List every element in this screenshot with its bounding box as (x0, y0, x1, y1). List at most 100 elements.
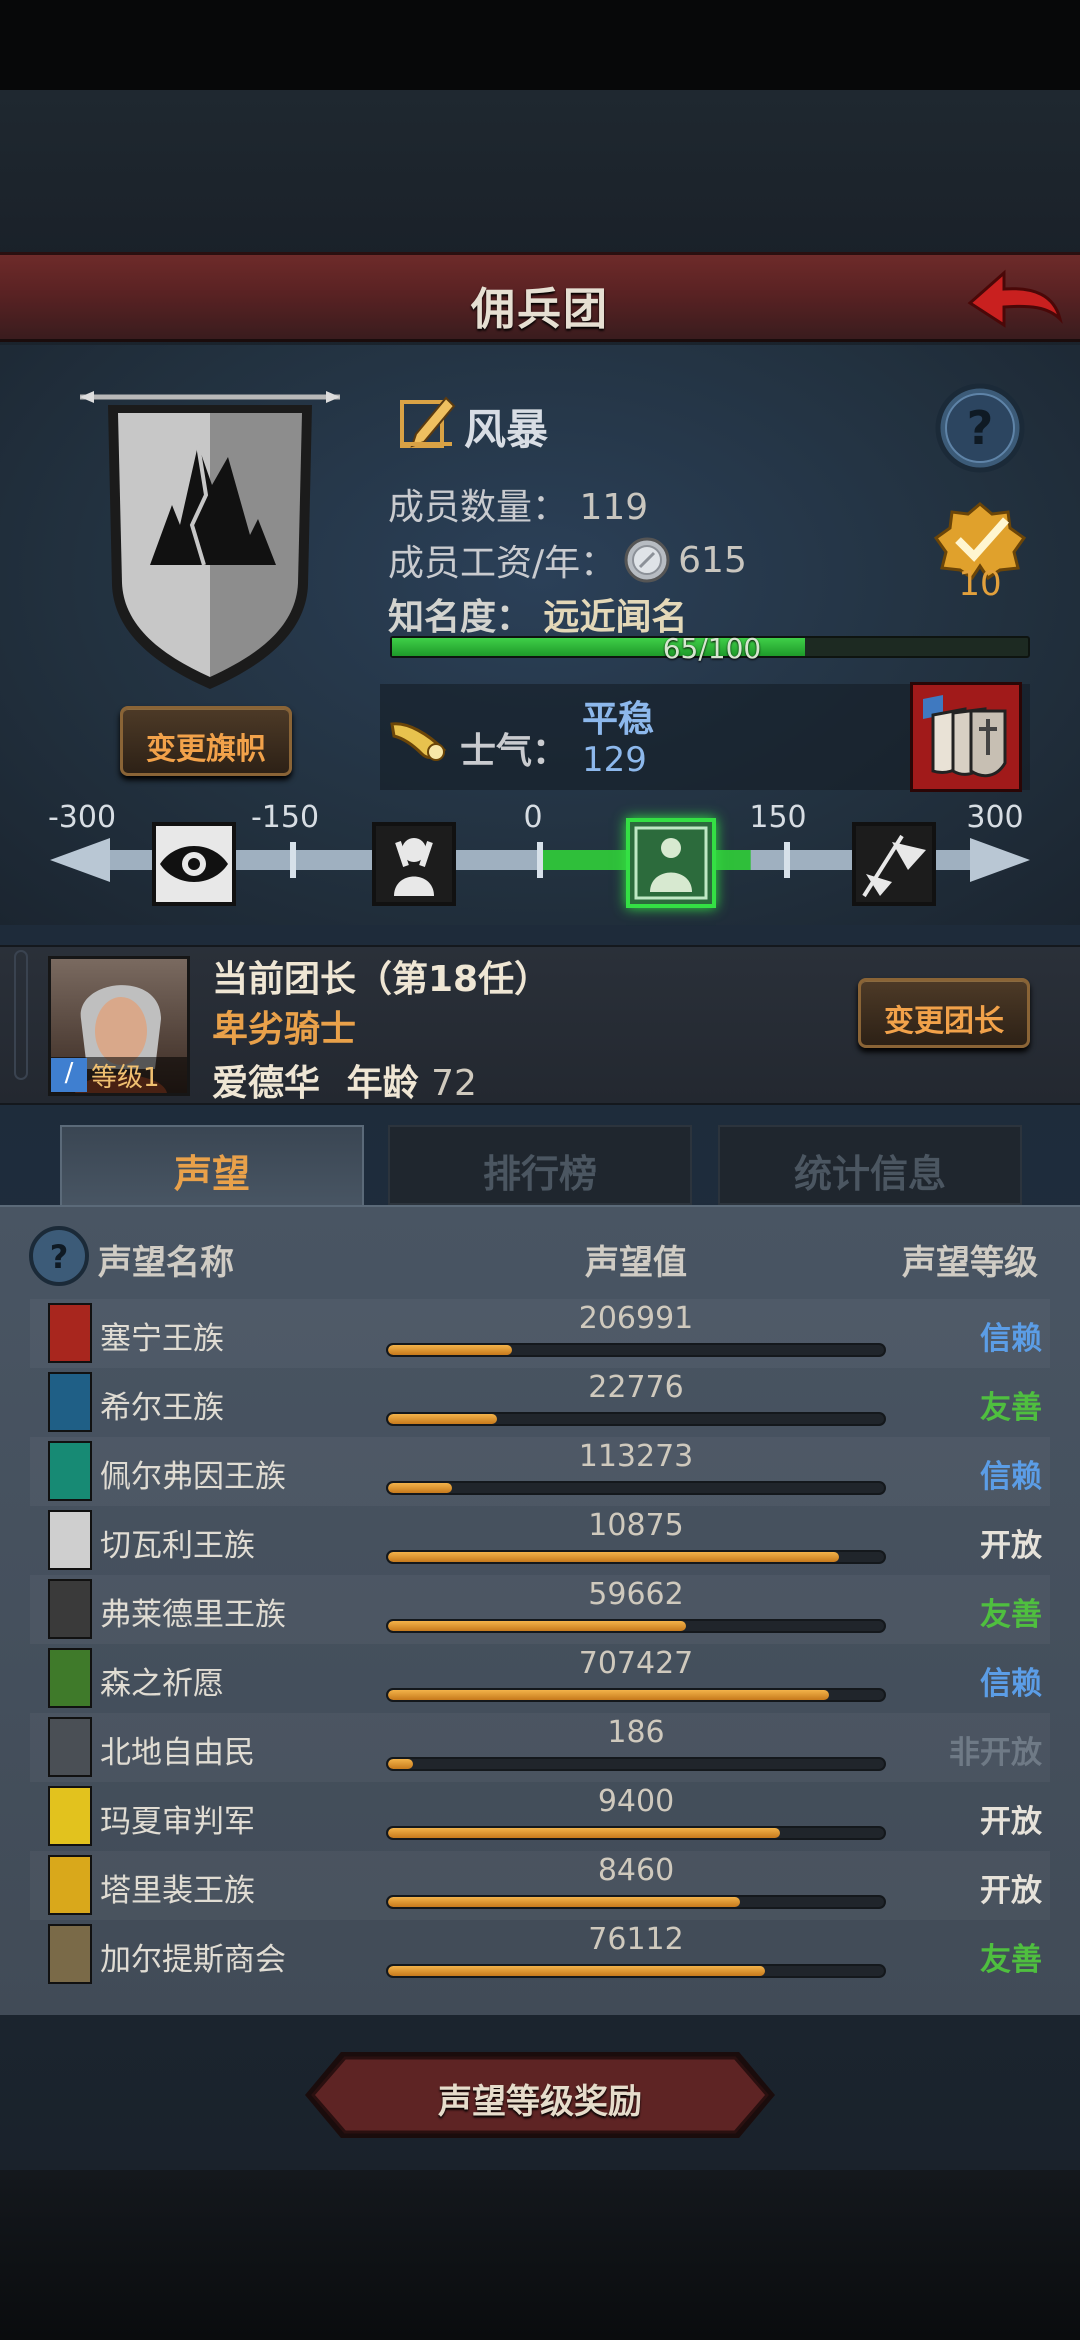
scale-tick-label: 150 (749, 800, 807, 835)
reputation-panel: ? 声望名称 声望值 声望等级 塞宁王族 206991 信赖 希尔王族 22776 友善佩… (0, 1205, 1080, 2015)
scale-tick-label: 300 (966, 800, 1024, 835)
reputation-reward-button[interactable]: 声望等级奖励 (305, 2050, 775, 2140)
reputation-bar-fill (388, 1690, 830, 1700)
table-row[interactable]: 切瓦利王族 10875 开放 (30, 1506, 1050, 1575)
reputation-value: 206991 (578, 1301, 694, 1336)
navigation-bar (0, 2170, 1080, 2340)
reputation-level: 信赖 (980, 1321, 1042, 1357)
morale-stage-despair[interactable] (152, 822, 236, 906)
reputation-bar (386, 1481, 886, 1495)
leader-portrait[interactable]: / 等级1 (48, 956, 190, 1096)
reputation-bar-fill (388, 1897, 741, 1907)
scroll-handle[interactable] (14, 950, 28, 1080)
reputation-bar (386, 1826, 886, 1840)
help-button[interactable]: ? (934, 382, 1026, 474)
reputation-bar-fill (388, 1552, 840, 1562)
table-row[interactable]: 北地自由民 186 非开放 (30, 1713, 1050, 1782)
sword-icon: / (51, 1058, 87, 1092)
reputation-bar (386, 1412, 886, 1426)
back-button[interactable] (964, 261, 1064, 337)
reputation-bar-fill (388, 1759, 413, 1769)
table-row[interactable]: 塔里裴王族 8460 开放 (30, 1851, 1050, 1920)
table-row[interactable]: 希尔王族 22776 友善 (30, 1368, 1050, 1437)
table-row[interactable]: 弗莱德里王族 59662 友善 (30, 1575, 1050, 1644)
reputation-level: 友善 (980, 1390, 1042, 1426)
faction-emblem-icon (48, 1786, 92, 1846)
change-leader-button[interactable]: 变更团长 (858, 978, 1030, 1048)
reputation-bar (386, 1895, 886, 1909)
scale-tick-label: -150 (250, 800, 320, 835)
faction-emblem-icon (48, 1579, 92, 1639)
morale-stage-fear[interactable] (372, 822, 456, 906)
change-banner-button[interactable]: 变更旗帜 (120, 706, 292, 776)
morale-stage-high[interactable] (852, 822, 936, 906)
faction-emblem-icon (48, 1648, 92, 1708)
reputation-bar (386, 1757, 886, 1771)
faction-emblem-icon (48, 1717, 92, 1777)
help-icon: ? (29, 1226, 89, 1286)
leader-level: / 等级1 (51, 1057, 187, 1093)
achievement-button[interactable]: 10 (930, 500, 1030, 610)
faction-emblem-icon (48, 1303, 92, 1363)
reputation-level: 信赖 (980, 1459, 1042, 1495)
fame-progress-bar: 65/100 (390, 632, 1030, 665)
faction-emblem-icon (48, 1855, 92, 1915)
reputation-value: 76112 (588, 1922, 684, 1957)
faction-name: 塔里裴王族 (100, 1873, 255, 1909)
reputation-level: 友善 (980, 1597, 1042, 1633)
scared-figure-icon (394, 838, 434, 896)
table-row[interactable]: 森之祈愿 707427 信赖 (30, 1644, 1050, 1713)
banner-shield-icon (80, 391, 340, 689)
change-banner-label: 变更旗帜 (146, 732, 266, 767)
leader-age-value: 72 (431, 1063, 477, 1104)
salary-row: 成员工资/年： 615 (388, 534, 747, 586)
calm-figure-icon (634, 826, 708, 900)
tactics-button[interactable] (910, 682, 1022, 792)
morale-stage-calm[interactable] (626, 818, 716, 908)
reputation-value: 59662 (588, 1577, 684, 1612)
reputation-help-button[interactable]: ? (28, 1225, 90, 1287)
silver-coin-icon (624, 537, 670, 583)
table-row[interactable]: 塞宁王族 206991 信赖 (30, 1299, 1050, 1368)
reputation-value: 9400 (597, 1784, 675, 1819)
rename-button[interactable] (398, 392, 456, 450)
reputation-level: 友善 (980, 1942, 1042, 1978)
table-row[interactable]: 佩尔弗因王族 113273 信赖 (30, 1437, 1050, 1506)
evil-eye-icon (160, 846, 228, 882)
reputation-bar (386, 1964, 886, 1978)
faction-emblem-icon (48, 1510, 92, 1570)
reputation-bar (386, 1619, 886, 1633)
fame-progress-text: 65/100 (662, 632, 762, 665)
salary-label: 成员工资/年： (388, 543, 617, 584)
reputation-level: 信赖 (980, 1666, 1042, 1702)
table-row[interactable]: 加尔提斯商会 76112 友善 (30, 1920, 1050, 1989)
svg-text:?: ? (967, 401, 994, 455)
faction-name: 塞宁王族 (100, 1321, 224, 1357)
faction-name: 北地自由民 (100, 1735, 255, 1771)
morale-value: 129 (582, 740, 647, 780)
leader-age-label: 年龄 (346, 1063, 419, 1104)
faction-emblem-icon (48, 1372, 92, 1432)
table-row[interactable]: 玛夏审判军 9400 开放 (30, 1782, 1050, 1851)
reputation-level: 开放 (980, 1804, 1042, 1840)
leader-title: 当前团长（第18任） (212, 959, 551, 1000)
reputation-level: 非开放 (949, 1735, 1042, 1771)
guild-banner[interactable] (80, 385, 340, 695)
faction-name: 弗莱德里王族 (100, 1597, 286, 1633)
reputation-value: 186 (607, 1715, 665, 1750)
status-bar (0, 0, 1080, 90)
tab-reputation[interactable]: 声望 (60, 1125, 364, 1205)
reputation-value: 8460 (597, 1853, 675, 1888)
leader-level-label: 等级1 (91, 1062, 160, 1093)
edit-pencil-icon (400, 396, 456, 448)
guild-name: 风暴 (464, 405, 549, 454)
page-title: 佣兵团 (471, 284, 609, 335)
members-value: 119 (579, 487, 649, 528)
scale-tick-label: -300 (47, 800, 117, 835)
change-leader-label: 变更团长 (884, 1004, 1004, 1039)
tab-ranking[interactable]: 排行榜 (388, 1125, 692, 1205)
reward-button-label: 声望等级奖励 (438, 2082, 642, 2122)
help-icon: ? (935, 383, 1025, 473)
reputation-bar-fill (388, 1828, 780, 1838)
tab-statistics[interactable]: 统计信息 (718, 1125, 1022, 1205)
